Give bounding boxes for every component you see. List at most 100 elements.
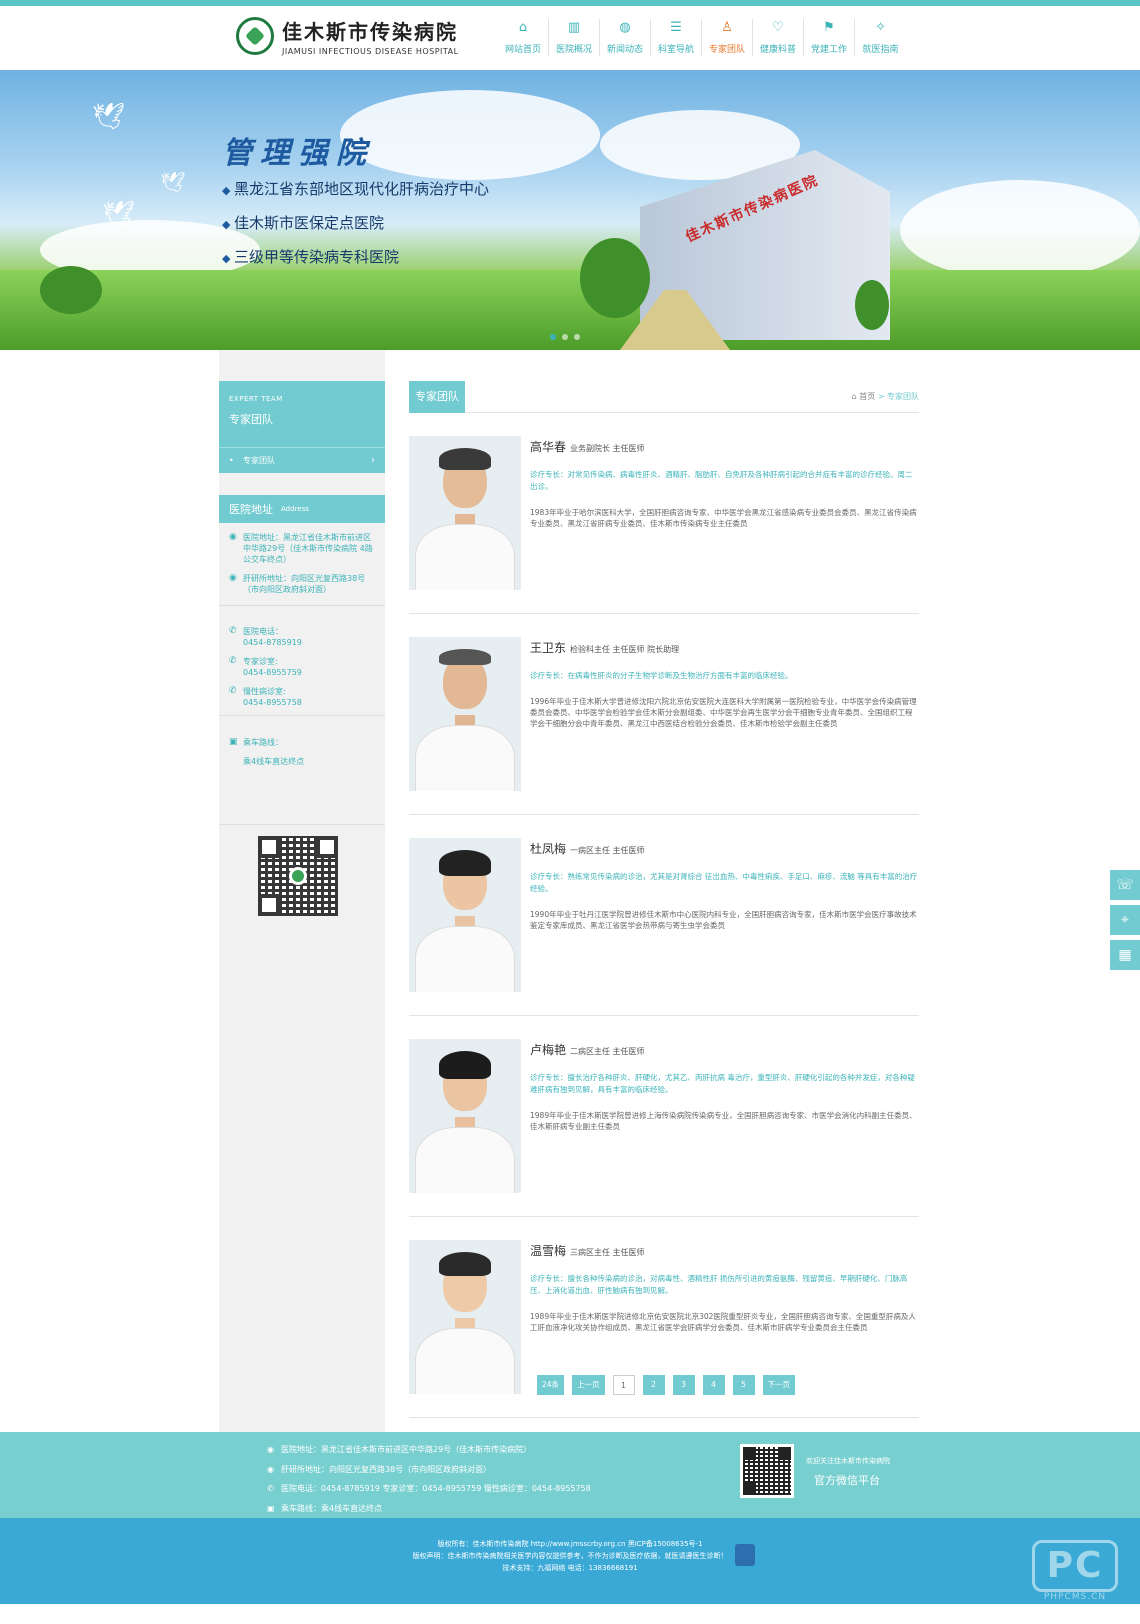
main-nav: ⌂ 网站首页 ▥ 医院概况 ◍ 新闻动态 ☰ 科室导航 ♙ 专家团队 ♡ 健康科普 ⚑ 党建工…: [498, 19, 906, 56]
logo-name-cn: 佳木斯市传染病院: [282, 20, 458, 44]
nav-home[interactable]: ⌂ 网站首页: [498, 19, 549, 56]
doctor-title: 检验科主任 主任医师 院长助理: [570, 645, 680, 654]
footer-row: ✆ 医院电话：0454-8785919 专家诊室：0454-8955759 慢性病…: [267, 1479, 591, 1499]
doctor-name[interactable]: 卢梅艳: [530, 1043, 566, 1057]
sidebar-heading-cn: 专家团队: [229, 413, 273, 426]
nav-label: 健康科普: [759, 45, 796, 55]
security-badge-icon[interactable]: [735, 1544, 755, 1566]
phone-block: ✆ 医院电话： 0454-8785919 ✆ 专家诊室: 0454-8955759 ✆ 慢…: [219, 618, 385, 716]
carousel-dot[interactable]: [574, 334, 580, 340]
doctor-bio: 1996年毕业于佳木斯大学曾进修沈阳六院北京佑安医院大连医科大学附属第一医院检验…: [530, 697, 917, 728]
doctor-photo[interactable]: [409, 1240, 521, 1394]
footer-row: ▣ 乘车路线：乘4线车直达终点: [267, 1499, 591, 1519]
doctor-specialty: 诊疗专长：在病毒性肝炎的分子生物学诊断及生物治疗方面有丰富的临床经验。: [530, 671, 793, 680]
doctor-photo[interactable]: [409, 838, 521, 992]
doctor-bio: 1989年毕业于佳木斯医学院曾进修上海传染病院传染病专业，全国肝胆病咨询专家、市…: [530, 1111, 917, 1131]
wechat-platform: 官方微信平台: [814, 1474, 880, 1487]
footer-copyright: 版权所有：佳木斯市传染病院 http://www.jmsscrby.org.cn…: [0, 1518, 1140, 1604]
phone-icon: ✆: [229, 626, 237, 636]
site-logo[interactable]: 佳木斯市传染病院 JIAMUSI INFECTIOUS DISEASE HOSP…: [236, 16, 459, 56]
chronic-phone-number[interactable]: 0454-8955758: [243, 698, 302, 707]
map-float-button[interactable]: ⌖: [1110, 905, 1140, 935]
breadcrumb-home[interactable]: 首页: [859, 392, 875, 401]
address-heading: 医院地址 Address: [219, 495, 385, 523]
page-title: 专家团队: [409, 381, 465, 413]
doctor-bio: 1990年毕业于牡丹江医学院曾进修佳木斯市中心医院内科专业，全国肝胆病咨询专家，…: [530, 910, 917, 930]
tree: [580, 238, 650, 318]
nav-news[interactable]: ◍ 新闻动态: [600, 19, 651, 56]
location-icon: ◉: [229, 532, 237, 542]
prev-page-button[interactable]: 上一页: [572, 1375, 605, 1395]
doctor-specialty: 诊疗专长：擅长治疗各种肝炎、肝硬化，尤其乙、丙肝抗病 毒治疗，重型肝炎、肝硬化引…: [530, 1073, 915, 1094]
nav-health[interactable]: ♡ 健康科普: [753, 19, 804, 56]
sidebar-item-experts[interactable]: • 专家团队 ›: [219, 447, 385, 473]
footer-phones: 医院电话：0454-8785919 专家诊室：0454-8955759 慢性病诊…: [281, 1484, 591, 1493]
bus-icon: ▣: [229, 737, 238, 747]
address-block: ◉ 医院地址：黑龙江省佳木斯市前进区中华路29号（佳木斯市传染病院 4路公交车终点…: [219, 532, 385, 606]
phone-number[interactable]: 0454-8785919: [243, 638, 302, 647]
tree: [40, 266, 102, 314]
carousel-dot[interactable]: [562, 334, 568, 340]
hospital-address: 医院地址：黑龙江省佳木斯市前进区中华路29号（佳木斯市传染病院 4路公交车终点）: [243, 533, 373, 564]
flag-icon: ⚑: [823, 20, 835, 35]
nav-guide[interactable]: ✧ 就医指南: [855, 19, 906, 56]
bullet-icon: •: [229, 456, 234, 465]
page-1-button[interactable]: 1: [612, 1375, 635, 1395]
page-4-button[interactable]: 4: [702, 1375, 725, 1395]
phone-icon: ✆: [229, 656, 237, 666]
carousel-dots: [550, 334, 580, 340]
doctor-name[interactable]: 王卫东: [530, 641, 566, 655]
breadcrumb-current: 专家团队: [887, 392, 919, 401]
nav-label: 党建工作: [810, 45, 847, 55]
phone-icon: ✆: [267, 1484, 274, 1493]
sidebar-item-label: 专家团队: [243, 456, 275, 465]
footer-info: ◉ 医院地址：黑龙江省佳木斯市前进区中华路29号（佳木斯市传染病院） ◉ 肝研所地址…: [0, 1432, 1140, 1518]
doctor-photo[interactable]: [409, 436, 521, 590]
home-icon: ⌂: [851, 392, 857, 401]
doctor-title: 业务副院长 主任医师: [570, 444, 645, 453]
doctor-card[interactable]: 卢梅艳 二病区主任 主任医师 诊疗专长：擅长治疗各种肝炎、肝硬化，尤其乙、丙肝抗病…: [409, 1028, 919, 1217]
chronic-phone-label: 慢性病诊室:: [243, 687, 286, 696]
footer-row: ◉ 肝研所地址：向阳区光复西路38号（市向阳区政府斜对面）: [267, 1460, 591, 1480]
expert-phone-number[interactable]: 0454-8955759: [243, 668, 302, 677]
sidebar-heading: EXPERT TEAM 专家团队: [219, 381, 385, 447]
next-page-button[interactable]: 下一页: [762, 1375, 796, 1395]
nav-label: 新闻动态: [606, 45, 643, 55]
qr-float-button[interactable]: ▦: [1110, 940, 1140, 970]
phone-float-button[interactable]: ☏: [1110, 870, 1140, 900]
carousel-dot[interactable]: [550, 334, 556, 340]
page-3-button[interactable]: 3: [672, 1375, 695, 1395]
page-2-button[interactable]: 2: [642, 1375, 665, 1395]
doctor-card[interactable]: 王卫东 检验科主任 主任医师 院长助理 诊疗专长：在病毒性肝炎的分子生物学诊断及生…: [409, 626, 919, 815]
phone-icon: ☏: [1116, 877, 1134, 893]
doctor-card[interactable]: 杜凤梅 一病区主任 主任医师 诊疗专长：熟练常见传染病的诊治，尤其是对肾综合 征出…: [409, 827, 919, 1016]
wechat-qr-code: [258, 836, 338, 916]
disclaimer-line: 版权声明：佳木斯市传染病院相关医学内容仅提供参考，不作为诊断及医疗依据，就医请遵…: [412, 1552, 728, 1560]
doctor-photo[interactable]: [409, 637, 521, 791]
bus-icon: ▣: [267, 1503, 275, 1513]
nav-experts[interactable]: ♙ 专家团队: [702, 19, 753, 56]
bus-block: ▣ 乘车路线： 乘4线车直达终点: [219, 727, 385, 825]
hero-banner[interactable]: 佳木斯市传染病医院 🕊 🕊 🕊 管理强院 黑龙江省东部地区现代化肝病治疗中心 佳…: [0, 70, 1140, 350]
doctor-photo[interactable]: [409, 1039, 521, 1193]
banner-slogan: 管理强院: [222, 136, 374, 171]
page-total: 24条: [537, 1375, 565, 1395]
qr-icon: ▦: [1118, 947, 1132, 963]
doctor-name[interactable]: 高华春: [530, 440, 566, 454]
list-icon: ☰: [670, 20, 682, 35]
nav-label: 就医指南: [862, 45, 899, 55]
breadcrumb-separator: >: [877, 392, 885, 401]
doctor-name[interactable]: 杜凤梅: [530, 842, 566, 856]
nav-label: 科室导航: [657, 45, 694, 55]
nav-party[interactable]: ⚑ 党建工作: [804, 19, 855, 56]
doctor-name[interactable]: 温雪梅: [530, 1244, 566, 1258]
section-header: 专家团队 ⌂ 首页 > 专家团队: [409, 381, 919, 413]
expert-phone-label: 专家诊室:: [243, 657, 278, 666]
page-5-button[interactable]: 5: [732, 1375, 755, 1395]
nav-about[interactable]: ▥ 医院概况: [549, 19, 600, 56]
nav-departments[interactable]: ☰ 科室导航: [651, 19, 702, 56]
doctor-card[interactable]: 高华春 业务副院长 主任医师 诊疗专长：对常见传染病、病毒性肝炎、酒精肝、脂肪肝、…: [409, 425, 919, 614]
bus-label: 乘车路线：: [243, 738, 283, 747]
nav-label: 医院概况: [555, 45, 592, 55]
dove-icon: 🕊: [92, 102, 126, 132]
